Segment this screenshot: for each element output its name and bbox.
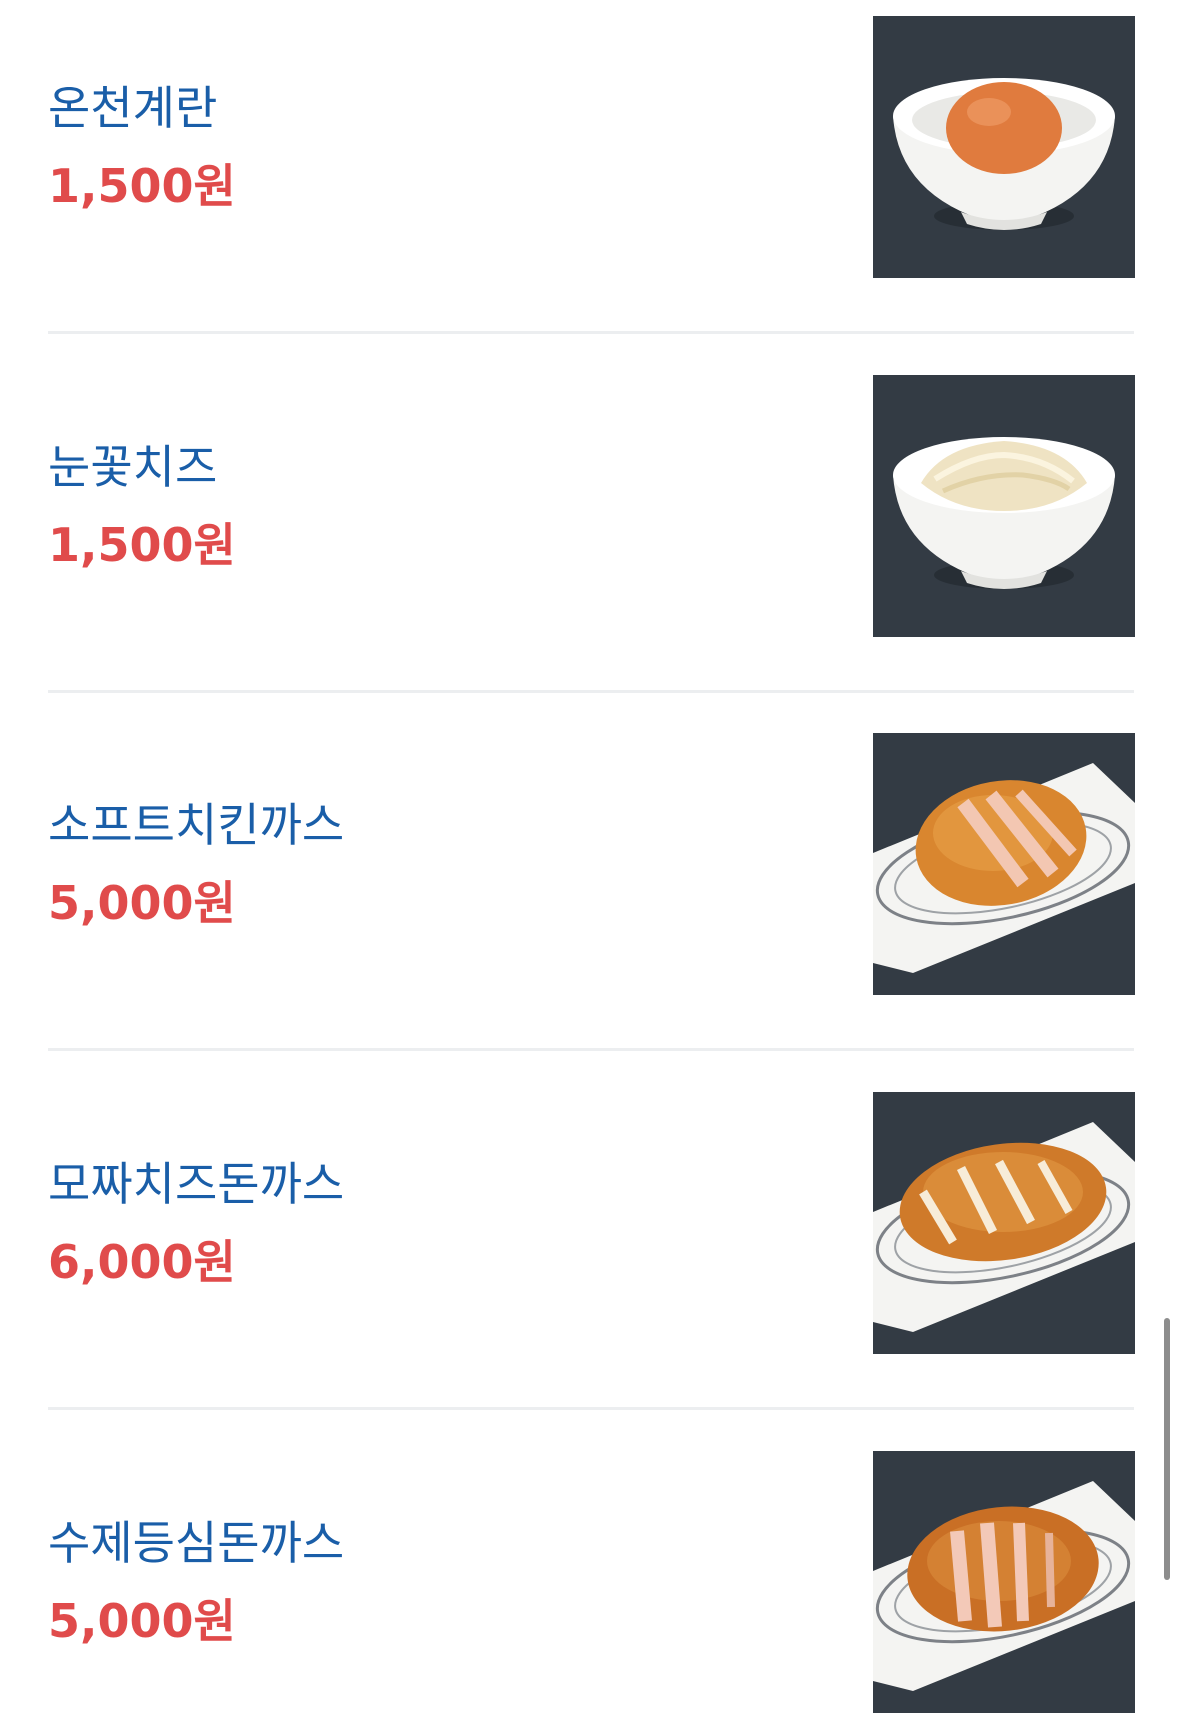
menu-list: 온천계란 1,500원 눈꽃치즈 1,500원 소프트치킨까스 5,000원 모… [0, 0, 1179, 1713]
menu-item-onsen-egg[interactable]: 온천계란 1,500원 [48, 16, 1135, 278]
divider [48, 1407, 1134, 1410]
menu-item-name: 눈꽃치즈 [48, 440, 218, 494]
divider [48, 331, 1134, 334]
menu-item-price: 5,000원 [48, 1594, 236, 1648]
menu-item-name: 수제등심돈까스 [48, 1516, 345, 1570]
menu-item-price: 1,500원 [48, 159, 236, 213]
menu-item-handmade-loin-pork-cutlet[interactable]: 수제등심돈까스 5,000원 [48, 1451, 1135, 1713]
menu-item-mozza-cheese-pork-cutlet[interactable]: 모짜치즈돈까스 6,000원 [48, 1092, 1135, 1354]
scrollbar[interactable] [1164, 1318, 1170, 1580]
divider [48, 1048, 1134, 1051]
menu-item-price: 1,500원 [48, 518, 236, 572]
cheese-bowl-image [873, 375, 1135, 637]
menu-item-price: 6,000원 [48, 1235, 236, 1289]
cheese-pork-cutlet-image [873, 1092, 1135, 1354]
menu-item-price: 5,000원 [48, 876, 236, 930]
chicken-cutlet-image [873, 733, 1135, 995]
menu-item-name: 모짜치즈돈까스 [48, 1157, 345, 1211]
menu-item-name: 소프트치킨까스 [48, 798, 345, 852]
menu-item-snow-cheese[interactable]: 눈꽃치즈 1,500원 [48, 375, 1135, 637]
divider [48, 690, 1134, 693]
menu-item-soft-chicken-cutlet[interactable]: 소프트치킨까스 5,000원 [48, 733, 1135, 995]
egg-bowl-image [873, 16, 1135, 278]
menu-item-name: 온천계란 [48, 81, 218, 135]
pork-loin-cutlet-image [873, 1451, 1135, 1713]
